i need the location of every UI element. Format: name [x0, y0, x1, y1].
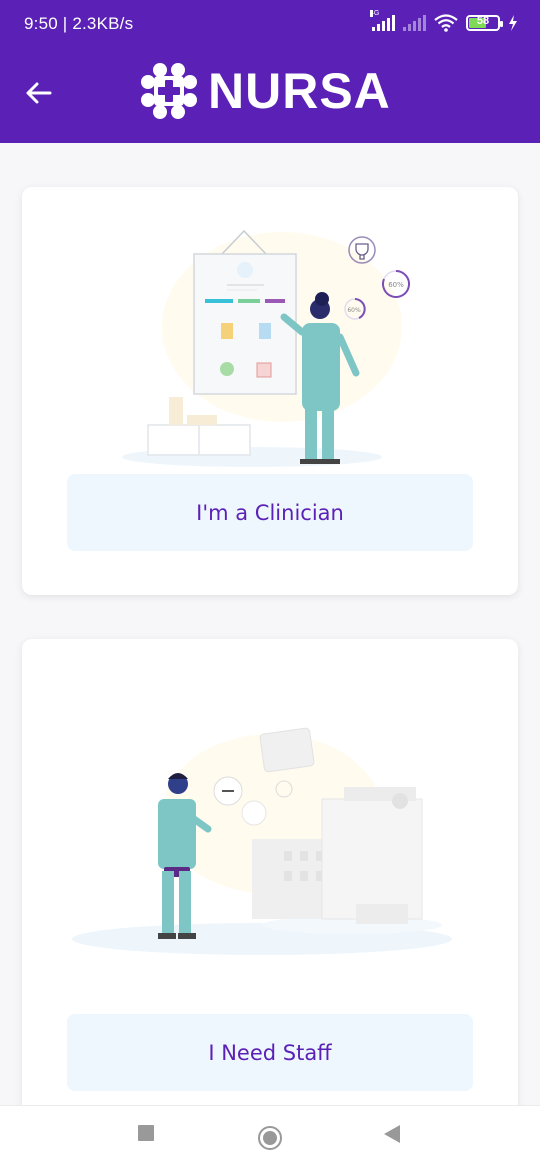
staff-button[interactable]: I Need Staff [67, 1014, 473, 1091]
charging-icon [509, 15, 517, 31]
app-bar: NURSA [0, 48, 540, 143]
signal-icon [403, 15, 426, 31]
battery-icon: 58 [466, 15, 503, 31]
back-arrow-icon[interactable] [22, 76, 56, 110]
status-icons: 4G 58 [370, 10, 518, 32]
status-bar: 9:50 | 2.3KB/s 4G 58 [0, 0, 540, 48]
home-icon[interactable] [257, 1125, 283, 1151]
nursa-logo-icon [141, 63, 197, 119]
staff-card[interactable]: I Need Staff [22, 639, 518, 1119]
recents-icon[interactable] [137, 1124, 155, 1142]
header: 9:50 | 2.3KB/s 4G 58 NURSA [0, 0, 540, 143]
clinician-button[interactable]: I'm a Clinician [67, 474, 473, 551]
back-nav-icon[interactable] [383, 1124, 401, 1144]
wifi-icon [434, 14, 458, 32]
system-nav-bar [0, 1105, 540, 1170]
status-time-speed: 9:50 | 2.3KB/s [24, 14, 134, 33]
progress-label-b: 60% [347, 307, 361, 314]
staff-illustration [72, 727, 452, 955]
clinician-card[interactable]: 60% 60% I'm a Clinician [22, 187, 518, 595]
network-type: 4G [370, 10, 380, 17]
brand-logo: NURSA [140, 62, 391, 120]
progress-label-a: 60% [388, 281, 404, 289]
signal-4g-icon: 4G [370, 10, 395, 31]
battery-level: 58 [476, 15, 490, 27]
clinician-illustration: 60% 60% [122, 229, 410, 467]
brand-name: NURSA [208, 63, 391, 119]
